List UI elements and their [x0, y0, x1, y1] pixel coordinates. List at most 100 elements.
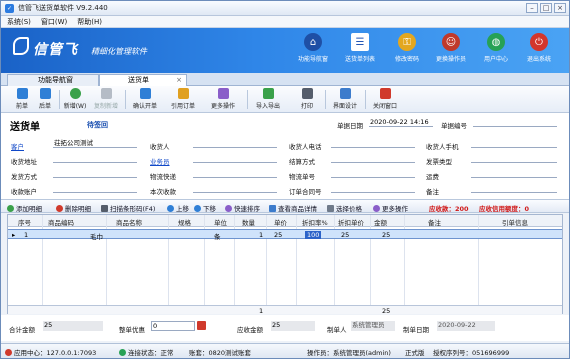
salesman-label[interactable]: 业务员	[150, 156, 170, 166]
scan-barcode-button[interactable]: 扫描条形码(F4)	[101, 203, 155, 213]
copy-new-button[interactable]: 复制新增	[90, 88, 122, 110]
nav-window-button[interactable]: ⌂ 功能导航窗	[291, 33, 335, 63]
delete-icon	[56, 205, 63, 212]
col-no[interactable]: 序号	[18, 217, 31, 227]
discount-field[interactable]: 0	[151, 321, 195, 331]
user-center-label: 用户中心	[483, 56, 508, 63]
delivery-list-button[interactable]: ☰ 送货单列表	[338, 33, 382, 63]
ship-method-label: 发货方式	[11, 173, 37, 181]
next-doc-button[interactable]: 后单	[34, 88, 56, 110]
ship-method-field[interactable]	[53, 169, 137, 178]
remark-field[interactable]	[471, 184, 557, 193]
courier-field[interactable]	[193, 169, 277, 178]
import-export-button[interactable]: 导入导出	[251, 88, 285, 110]
close-window-tool-button[interactable]: 关闭窗口	[369, 88, 401, 110]
add-detail-button[interactable]: 添加明细	[7, 203, 42, 213]
prev-doc-button[interactable]: 前单	[11, 88, 33, 110]
tab-delivery-note[interactable]: 送货单 ×	[99, 74, 187, 86]
col-name[interactable]: 商品名称	[116, 217, 142, 227]
tab-delivery-note-label: 送货单	[128, 76, 149, 84]
customer-field[interactable]: 荘拓公司测试	[53, 139, 137, 148]
freight-field[interactable]	[471, 169, 557, 178]
calculator-icon[interactable]	[197, 321, 206, 330]
reference-order-button[interactable]: 引用订单	[166, 88, 200, 110]
consignee-field[interactable]	[193, 139, 277, 148]
contract-no-field[interactable]	[331, 184, 415, 193]
settlement-field[interactable]	[331, 154, 415, 163]
cell-amount[interactable]: 25	[382, 231, 390, 239]
printer-icon	[301, 88, 313, 99]
col-spec[interactable]: 规格	[178, 217, 191, 227]
change-password-button[interactable]: ⚿ 修改密码	[385, 33, 429, 63]
account-field[interactable]	[53, 184, 137, 193]
cell-disc-price[interactable]: 25	[341, 231, 349, 239]
view-product-label: 查看商品详情	[278, 205, 317, 213]
toolbar: 前单 后单 新增(W) 复制新增 确认开单 引用订单 更多操作 导入导出 打印 …	[1, 86, 569, 113]
delete-detail-button[interactable]: 删除明细	[56, 203, 91, 213]
menu-bar: 系统(S) 窗口(W) 帮助(H)	[1, 16, 569, 28]
menu-system[interactable]: 系统(S)	[7, 17, 31, 27]
switch-operator-button[interactable]: ☺ 更换操作员	[429, 33, 473, 63]
cell-discount[interactable]: 100	[305, 231, 322, 239]
col-price[interactable]: 单价	[274, 217, 287, 227]
cell-price[interactable]: 25	[274, 231, 282, 239]
close-window-button[interactable]: ×	[554, 3, 566, 13]
layout-design-button[interactable]: 界面设计	[329, 88, 361, 110]
consignee-mobile-field[interactable]	[471, 139, 557, 148]
col-disc-price[interactable]: 折扣单价	[338, 217, 364, 227]
view-icon	[269, 205, 276, 212]
sort-icon	[225, 205, 232, 212]
col-ref[interactable]: 引单信息	[502, 217, 528, 227]
col-discount[interactable]: 折扣率%	[302, 217, 328, 227]
move-up-label: 上移	[176, 205, 189, 213]
new-button[interactable]: 新增(W)	[62, 88, 88, 110]
detail-more-label: 更多操作	[382, 205, 408, 213]
move-down-button[interactable]: 下移	[194, 203, 216, 213]
table-row[interactable]: ▸ 1 毛巾 条 1 25 100 25 25	[8, 229, 562, 241]
invoice-type-field[interactable]	[471, 154, 557, 163]
menu-window[interactable]: 窗口(W)	[41, 17, 67, 27]
tracking-field[interactable]	[331, 169, 415, 178]
quick-sort-button[interactable]: 快速排序	[225, 203, 260, 213]
date-field[interactable]: 2020-09-22 14:16	[369, 118, 433, 127]
summary-row: 合计金额 25 整单优惠 0 应收金额 25 制单人 系统管理员 制单日期 20…	[1, 315, 569, 341]
user-center-button[interactable]: ◍ 用户中心	[474, 33, 518, 63]
col-unit[interactable]: 单位	[214, 217, 227, 227]
tab-nav-window[interactable]: 功能导航窗	[7, 74, 99, 86]
confirm-order-button[interactable]: 确认开单	[128, 88, 162, 110]
select-price-button[interactable]: 选择价格	[327, 203, 362, 213]
contract-no-label: 订单合同号	[289, 188, 322, 196]
close-tab-icon[interactable]: ×	[176, 75, 182, 86]
view-product-button[interactable]: 查看商品详情	[269, 203, 317, 213]
receipt-field[interactable]	[193, 184, 277, 193]
consignee-phone-field[interactable]	[331, 139, 415, 148]
more-actions-button[interactable]: 更多操作	[205, 88, 241, 110]
move-up-button[interactable]: 上移	[167, 203, 189, 213]
toolbar-separator	[59, 90, 60, 109]
customer-label[interactable]: 客户	[11, 141, 24, 151]
quick-sort-label: 快速排序	[234, 205, 260, 213]
col-code[interactable]: 商品编码	[48, 217, 74, 227]
cell-no[interactable]: 1	[24, 231, 28, 239]
col-memo[interactable]: 备注	[428, 217, 441, 227]
print-button[interactable]: 打印	[293, 88, 321, 110]
cell-qty[interactable]: 1	[259, 231, 263, 239]
doc-no-field[interactable]	[473, 118, 557, 127]
col-amount[interactable]: 金额	[374, 217, 387, 227]
cell-unit[interactable]: 条	[214, 231, 221, 241]
status-badge: 待签回	[87, 121, 108, 129]
address-field[interactable]	[53, 154, 137, 163]
arrow-left-icon	[16, 88, 28, 99]
exit-system-button[interactable]: ⏻ 退出系统	[517, 33, 561, 63]
maximize-button[interactable]: □	[540, 3, 552, 13]
account-label: 收款账户	[11, 188, 37, 196]
col-qty[interactable]: 数量	[242, 217, 255, 227]
app-icon: ✓	[5, 3, 14, 13]
more-icon	[217, 88, 229, 99]
cell-name[interactable]: 毛巾	[90, 231, 103, 241]
minimize-button[interactable]: –	[526, 3, 538, 13]
detail-more-button[interactable]: 更多操作	[373, 203, 408, 213]
menu-help[interactable]: 帮助(H)	[77, 17, 102, 27]
globe-icon: ◍	[487, 33, 505, 51]
salesman-field[interactable]	[193, 154, 277, 163]
